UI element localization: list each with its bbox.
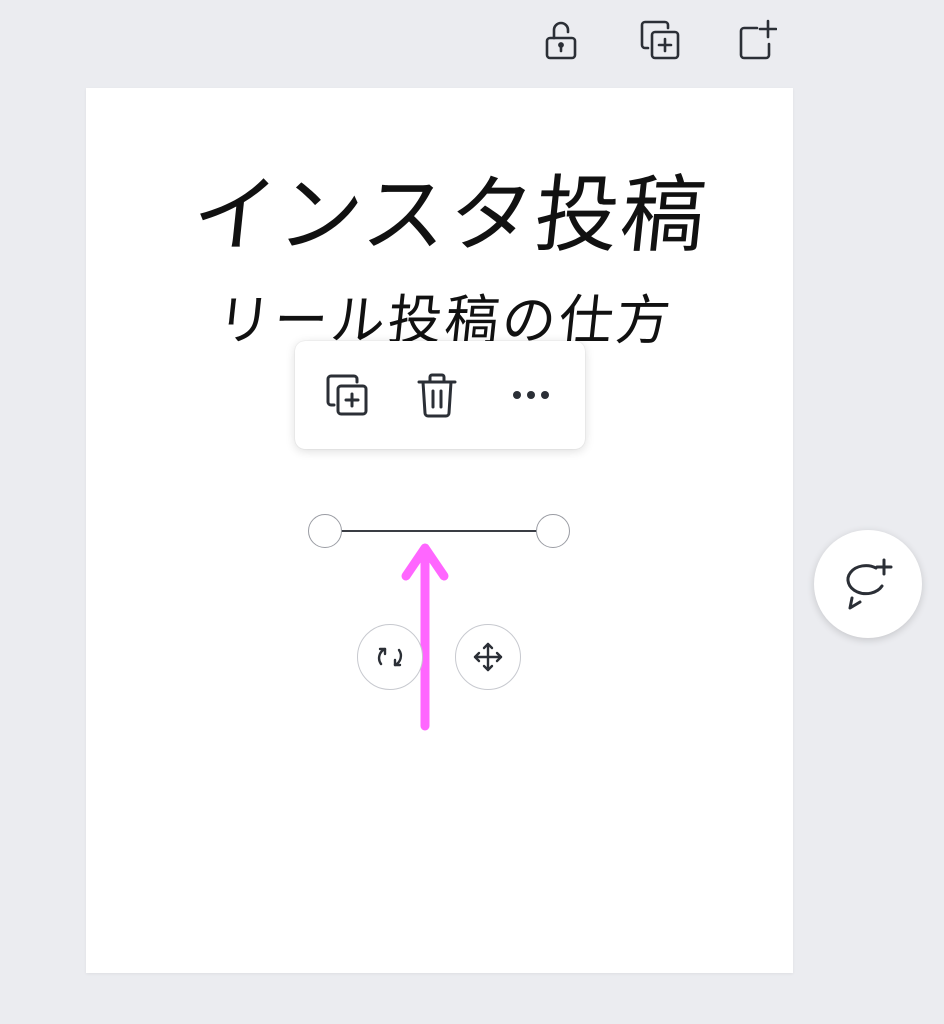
design-title-text[interactable]: インスタ投稿 [134, 160, 766, 270]
add-comment-button[interactable] [814, 530, 922, 638]
duplicate-element-button[interactable] [317, 365, 377, 425]
line-start-handle[interactable] [308, 514, 342, 548]
unlock-icon [545, 21, 577, 60]
duplicate-page-icon [640, 20, 680, 60]
add-comment-icon [846, 558, 893, 610]
more-icon [513, 391, 549, 399]
rotate-icon [377, 647, 403, 667]
move-button[interactable] [455, 624, 521, 690]
add-page-button[interactable] [731, 16, 779, 64]
more-options-button[interactable] [501, 365, 561, 425]
unlock-button[interactable] [537, 16, 585, 64]
duplicate-icon [326, 374, 368, 416]
trash-icon [417, 373, 457, 418]
move-icon [473, 642, 503, 672]
duplicate-page-button[interactable] [636, 16, 684, 64]
add-page-icon [739, 19, 777, 60]
element-context-toolbar [295, 341, 585, 449]
rotate-button[interactable] [357, 624, 423, 690]
line-end-handle[interactable] [536, 514, 570, 548]
delete-element-button[interactable] [407, 365, 467, 425]
